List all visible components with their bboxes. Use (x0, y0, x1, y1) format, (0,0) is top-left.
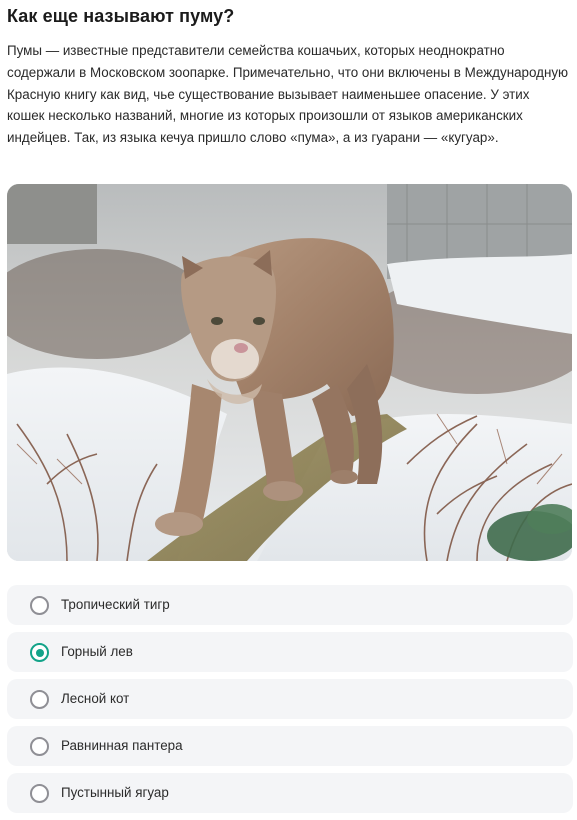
answer-option-1[interactable]: Тропический тигр (7, 585, 573, 625)
quiz-page: Как еще называют пуму? Пумы — известные … (0, 0, 577, 814)
radio-button[interactable] (30, 690, 49, 709)
cougar-illustration (7, 184, 572, 561)
answer-options: Тропический тигр Горный лев Лесной кот Р… (7, 585, 573, 820)
answer-label: Пустынный ягуар (61, 785, 169, 800)
radio-button[interactable] (30, 596, 49, 615)
answer-option-3[interactable]: Лесной кот (7, 679, 573, 719)
answer-label: Равнинная пантера (61, 738, 183, 753)
answer-option-5[interactable]: Пустынный ягуар (7, 773, 573, 813)
answer-label: Горный лев (61, 644, 133, 659)
radio-button[interactable] (30, 784, 49, 803)
answer-option-4[interactable]: Равнинная пантера (7, 726, 573, 766)
cougar-photo (7, 184, 572, 561)
radio-button[interactable] (30, 737, 49, 756)
question-title: Как еще называют пуму? (7, 6, 235, 26)
answer-label: Лесной кот (61, 691, 130, 706)
radio-button[interactable] (30, 643, 49, 662)
answer-label: Тропический тигр (61, 597, 170, 612)
answer-option-2[interactable]: Горный лев (7, 632, 573, 672)
question-description: Пумы — известные представители семейства… (7, 43, 569, 146)
radio-dot (35, 648, 44, 657)
